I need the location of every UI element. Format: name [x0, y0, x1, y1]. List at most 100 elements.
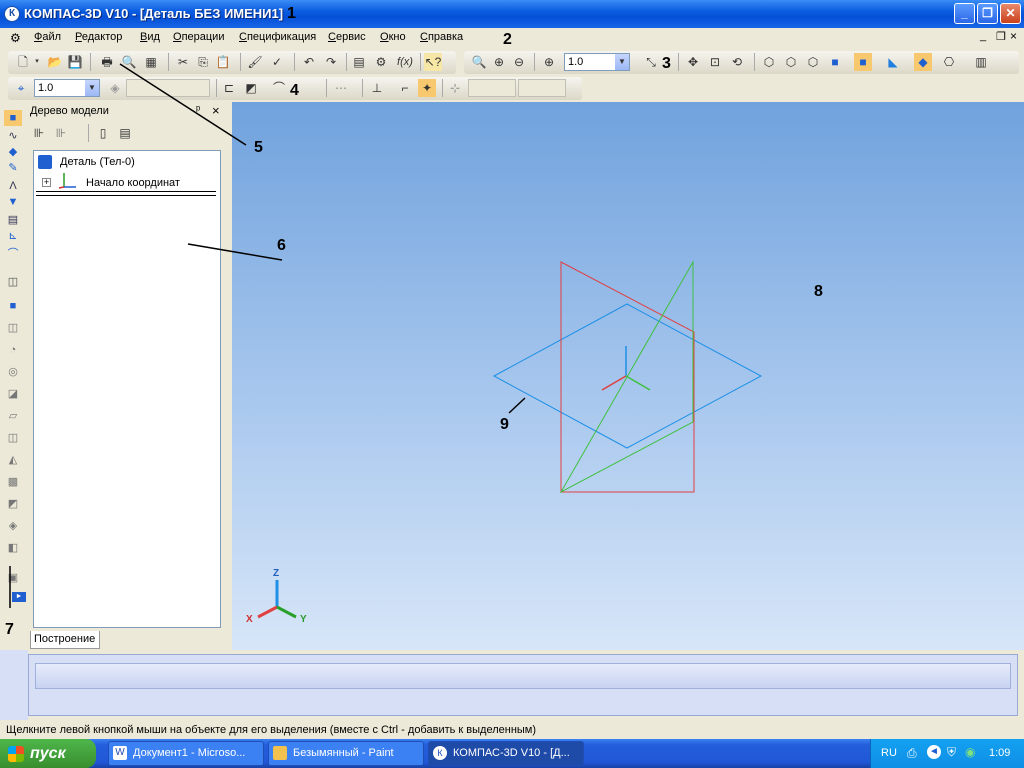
task-paint[interactable]: Безымянный - Paint: [268, 741, 424, 766]
pan-icon[interactable]: ✥: [684, 53, 702, 71]
doc-minimize-button[interactable]: _: [980, 30, 986, 42]
task-kompas-label: КОМПАС-3D V10 - [Д...: [453, 747, 570, 759]
annotation-2: 2: [503, 31, 512, 48]
task-kompas[interactable]: К КОМПАС-3D V10 - [Д...: [428, 741, 584, 766]
extrude-icon[interactable]: ◫: [4, 274, 22, 290]
hidden-lines-icon[interactable]: ⬡: [782, 53, 800, 71]
redo-icon[interactable]: ↷: [322, 53, 340, 71]
menu-help[interactable]: Справка: [420, 31, 463, 43]
annotation-6: 6: [277, 237, 286, 254]
start-label: пуск: [30, 745, 66, 762]
task-word-label: Документ1 - Microso...: [133, 747, 246, 759]
fit-icon[interactable]: ⊡: [706, 53, 724, 71]
properties-field: [35, 663, 1011, 689]
ortho-icon[interactable]: ⊥: [368, 79, 386, 97]
word-icon: W: [113, 746, 127, 760]
annotation-7: 7: [5, 621, 14, 638]
fillet-icon[interactable]: ◔: [4, 342, 22, 358]
zoom-in-icon[interactable]: ⊕: [490, 53, 508, 71]
origin-axis-y: [625, 375, 651, 391]
properties-side: [0, 650, 28, 720]
arrow-left-icon[interactable]: ◄: [927, 745, 941, 759]
library-icon[interactable]: ⚙: [372, 53, 390, 71]
zoom-combo[interactable]: 1.0 ▼: [564, 53, 630, 71]
toolbar-separator: [534, 53, 535, 71]
doc-close-button[interactable]: ×: [1010, 29, 1017, 43]
origin-axis-x: [601, 375, 627, 391]
model-planes: [257, 260, 763, 619]
toolbar-separator: [362, 79, 363, 97]
status-bar: Щелкните левой кнопкой мыши на объекте д…: [0, 721, 1024, 739]
manager-icon[interactable]: ▤: [350, 53, 368, 71]
section-icon[interactable]: ⎔: [940, 53, 958, 71]
antivirus-icon[interactable]: ◉: [965, 745, 975, 759]
cut-extrude-icon[interactable]: ◫: [4, 320, 22, 336]
toolbar-separator: [442, 79, 443, 97]
minimize-button[interactable]: _: [954, 3, 975, 24]
rotate-icon[interactable]: ⟲: [728, 53, 746, 71]
hidden-thin-icon[interactable]: ⬡: [804, 53, 822, 71]
grid-icon[interactable]: ⋯: [332, 79, 350, 97]
windows-logo-icon: [8, 746, 24, 762]
perspective-icon[interactable]: ◣: [884, 53, 902, 71]
shaded-icon[interactable]: ■: [826, 53, 844, 71]
thread-icon[interactable]: ◈: [4, 518, 22, 534]
toolbar-separator: [754, 53, 755, 71]
language-indicator[interactable]: RU: [881, 747, 897, 759]
snap-icon[interactable]: ✦: [418, 79, 436, 97]
start-button[interactable]: пуск: [0, 739, 96, 768]
mirror-icon[interactable]: ◩: [4, 496, 22, 512]
zoom-scale-icon[interactable]: ⊕: [540, 53, 558, 71]
doc-restore-button[interactable]: ❐: [996, 30, 1006, 43]
hole-icon[interactable]: ◎: [4, 364, 22, 380]
toolbar-separator: [420, 53, 421, 71]
view-toolbar: 🔍 ⊕ ⊖ ⊕ 1.0 ▼ ⤡ ✥ ⊡ ⟲ ⬡ ⬡ ⬡ ■ ■ ◣ ◆ ⎔ ▥: [464, 51, 1019, 74]
undo-icon[interactable]: ↶: [300, 53, 318, 71]
kompas-icon: К: [433, 746, 447, 760]
shell-icon[interactable]: ▱: [4, 408, 22, 424]
variables-icon[interactable]: f(x): [394, 53, 416, 71]
chamfer-icon[interactable]: ◪: [4, 386, 22, 402]
split-icon[interactable]: ◧: [4, 540, 22, 556]
tab-construction[interactable]: Построение: [30, 631, 100, 649]
annotation-leaders: [119, 63, 283, 261]
coord-y-field: [518, 79, 566, 97]
rib-icon[interactable]: ◫: [4, 430, 22, 446]
shaded-edges-icon[interactable]: ■: [854, 53, 872, 71]
annotation-8: 8: [814, 283, 823, 300]
triad-y-axis: [276, 605, 297, 619]
taskbar: пуск W Документ1 - Microso... Безымянный…: [0, 739, 1024, 768]
help-cursor-icon[interactable]: ↖?: [424, 53, 442, 71]
extrude-active-icon[interactable]: ■: [4, 298, 22, 314]
3d-viewport[interactable]: Z X Y 8 9: [232, 102, 1024, 650]
wireframe-icon[interactable]: ⬡: [760, 53, 778, 71]
restore-button[interactable]: ❐: [977, 3, 998, 24]
chevron-down-icon[interactable]: ▼: [615, 54, 629, 70]
toolbar-separator: [346, 53, 347, 71]
paint-icon: [273, 746, 287, 760]
plane-display-icon[interactable]: ◆: [914, 53, 932, 71]
shield-icon[interactable]: ⛨: [947, 745, 956, 760]
menu-window[interactable]: Окно: [380, 31, 406, 43]
array-icon[interactable]: ▩: [4, 474, 22, 490]
orientation-icon[interactable]: ⤡: [642, 53, 660, 71]
annotation-9-line: [508, 397, 526, 414]
properties-panel-icon[interactable]: ▥: [972, 53, 990, 71]
zoom-window-icon[interactable]: 🔍: [470, 53, 488, 71]
annotation-9: 9: [500, 416, 509, 433]
triad-y-label: Y: [300, 614, 307, 625]
toolbar-separator: [678, 53, 679, 71]
zoom-out-icon[interactable]: ⊖: [510, 53, 528, 71]
network-icon[interactable]: ⎙: [907, 746, 917, 761]
round-icon[interactable]: ⌐: [396, 79, 414, 97]
coord-x-field: [468, 79, 516, 97]
clock: 1:09: [989, 747, 1011, 759]
menu-service[interactable]: Сервис: [328, 31, 366, 43]
draft-icon[interactable]: ◭: [4, 452, 22, 468]
triad-z-label: Z: [273, 568, 280, 579]
task-paint-label: Безымянный - Paint: [293, 747, 394, 759]
properties-panel[interactable]: [28, 654, 1018, 716]
close-button[interactable]: ✕: [1000, 3, 1021, 24]
task-word[interactable]: W Документ1 - Microso...: [108, 741, 264, 766]
triad-x-label: X: [246, 614, 253, 625]
